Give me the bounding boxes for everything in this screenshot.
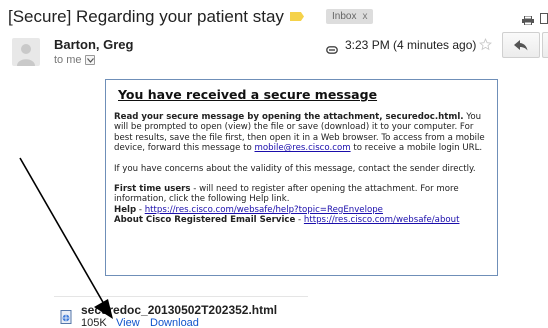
chevron-down-icon[interactable] — [84, 55, 95, 65]
reply-button[interactable] — [502, 32, 540, 58]
instructions-bold: Read your secure message by opening the … — [114, 112, 464, 122]
about-separator: - — [295, 215, 304, 226]
star-icon[interactable] — [479, 38, 492, 51]
label-chip-text: Inbox — [332, 11, 357, 22]
mobile-email-link[interactable]: mobile@res.cisco.com — [255, 143, 351, 153]
first-time-bold: First time users — [114, 184, 191, 195]
instructions-paragraph: Read your secure message by opening the … — [114, 112, 489, 154]
recipient-text: to me — [54, 54, 82, 66]
about-link[interactable]: https://res.cisco.com/websafe/about — [304, 215, 460, 225]
html-file-icon[interactable] — [60, 310, 73, 324]
secure-message-box: You have received a secure message Read … — [105, 79, 498, 276]
avatar-icon — [12, 38, 40, 66]
message-timestamp: 3:23 PM (4 minutes ago) — [345, 38, 477, 52]
instructions-tail: to receive a mobile login URL. — [350, 143, 483, 154]
more-actions-button[interactable] — [542, 32, 548, 58]
subject-row: [Secure] Regarding your patient stay — [8, 6, 284, 28]
new-window-icon[interactable] — [540, 11, 548, 24]
important-marker-icon[interactable] — [290, 12, 304, 21]
validity-paragraph: If you have concerns about the validity … — [114, 163, 476, 174]
reply-icon — [514, 39, 528, 50]
paperclip-icon — [326, 41, 338, 54]
attachment-divider — [54, 296, 308, 297]
view-attachment-link[interactable]: View — [116, 317, 140, 328]
secure-message-heading: You have received a secure message — [118, 87, 378, 102]
about-label: About Cisco Registered Email Service — [114, 215, 296, 226]
sender-name[interactable]: Barton, Greg — [54, 37, 133, 52]
recipient-row: to me — [54, 54, 95, 66]
download-attachment-link[interactable]: Download — [150, 317, 199, 328]
label-chip-remove[interactable]: x — [362, 11, 367, 22]
attachment-filename: securedoc_20130502T202352.html — [81, 303, 278, 317]
help-label: Help — [114, 204, 137, 215]
print-icon[interactable] — [522, 12, 534, 26]
email-subject: [Secure] Regarding your patient stay — [8, 7, 284, 26]
attachment-size: 105K — [81, 317, 107, 328]
help-link[interactable]: https://res.cisco.com/websafe/help?topic… — [145, 205, 383, 215]
first-time-paragraph: First time users - will need to register… — [114, 184, 489, 226]
inbox-label-chip[interactable]: Inbox x — [326, 9, 374, 24]
help-separator: - — [136, 204, 145, 215]
